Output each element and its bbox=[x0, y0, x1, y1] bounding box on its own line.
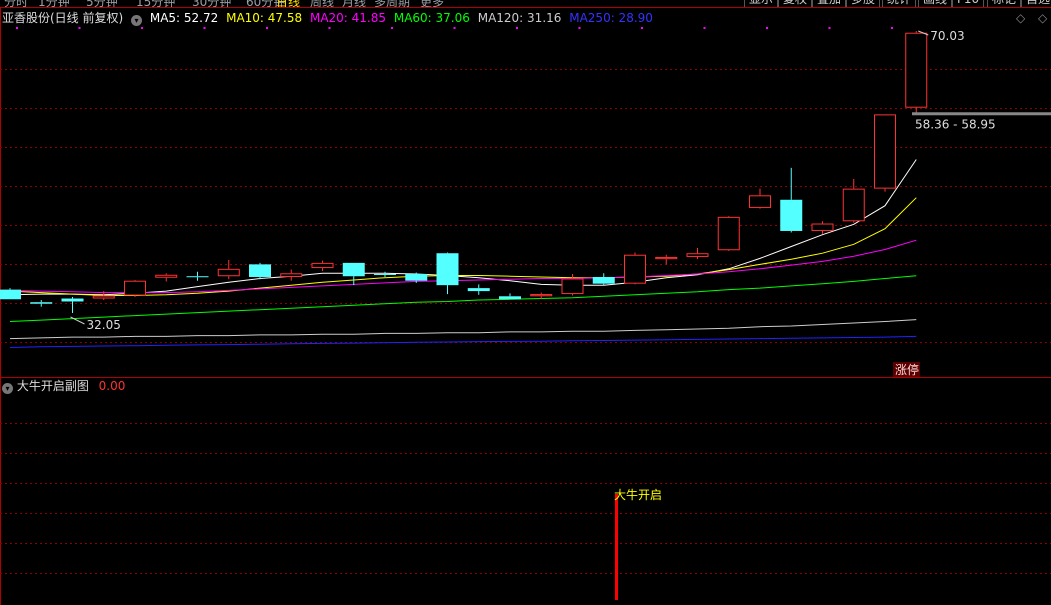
candle-body bbox=[874, 114, 896, 189]
top-dot bbox=[516, 27, 518, 29]
high-label: 70.03 bbox=[930, 29, 964, 43]
sub-panel-value: 0.00 bbox=[98, 379, 126, 393]
top-dot bbox=[328, 27, 331, 29]
candle-body bbox=[186, 276, 209, 278]
price-range-bar bbox=[912, 112, 1051, 116]
candle-body bbox=[655, 256, 678, 260]
candle-body bbox=[280, 273, 303, 277]
candle-body bbox=[592, 276, 615, 284]
candle-body bbox=[30, 302, 53, 304]
low-label: 32.05 bbox=[87, 318, 121, 332]
price-range-label: 58.36 - 58.95 bbox=[915, 117, 996, 131]
candle-body bbox=[842, 188, 865, 222]
candle-body bbox=[0, 289, 21, 300]
top-dot bbox=[78, 27, 81, 29]
candlestick-chart: 70.03 32.05 58.36 - 58.95 涨停大牛开启 bbox=[0, 7, 1051, 605]
candle-body bbox=[436, 253, 459, 286]
candle-body bbox=[499, 296, 521, 300]
candle-body bbox=[249, 264, 271, 277]
candle-body bbox=[811, 223, 834, 231]
limit-up-badge: 涨停 bbox=[895, 362, 919, 377]
sub-collapse-icon[interactable]: ▾ bbox=[2, 383, 13, 394]
candle-body bbox=[749, 195, 771, 208]
candle-body bbox=[61, 298, 84, 302]
top-dot bbox=[391, 27, 393, 29]
top-dot bbox=[141, 27, 143, 29]
top-dot bbox=[578, 27, 581, 29]
ma-line-ma250 bbox=[9, 335, 917, 348]
candle-body bbox=[624, 254, 646, 284]
candle-body bbox=[92, 295, 115, 299]
top-dot bbox=[828, 27, 831, 29]
candle-body bbox=[561, 278, 584, 295]
candle-body bbox=[217, 268, 240, 277]
candle-body bbox=[374, 274, 396, 276]
candle-body bbox=[155, 274, 178, 278]
top-dot bbox=[266, 27, 268, 29]
candle-body bbox=[780, 199, 803, 231]
candle-body bbox=[905, 32, 928, 108]
candle-body bbox=[311, 262, 334, 269]
top-dot bbox=[641, 27, 643, 29]
top-dot bbox=[891, 27, 893, 29]
signal-label: 大牛开启 bbox=[614, 487, 662, 502]
sub-legend: ▾ 大牛开启副图 0.00 bbox=[2, 378, 125, 394]
sub-panel-title: 大牛开启副图 bbox=[16, 379, 89, 393]
candle-body bbox=[342, 262, 365, 277]
candle-body bbox=[717, 216, 740, 251]
candle-body bbox=[530, 294, 553, 297]
candle-body bbox=[124, 280, 146, 296]
top-dot bbox=[766, 27, 768, 29]
candle-body bbox=[467, 288, 490, 292]
top-dot bbox=[203, 27, 206, 29]
top-dot bbox=[16, 27, 18, 29]
candle-body bbox=[686, 253, 709, 257]
candle-body bbox=[405, 274, 428, 281]
ma-line-ma120 bbox=[9, 319, 917, 340]
top-dot bbox=[453, 27, 456, 29]
signal-bar bbox=[615, 494, 618, 600]
top-dot bbox=[703, 27, 706, 29]
